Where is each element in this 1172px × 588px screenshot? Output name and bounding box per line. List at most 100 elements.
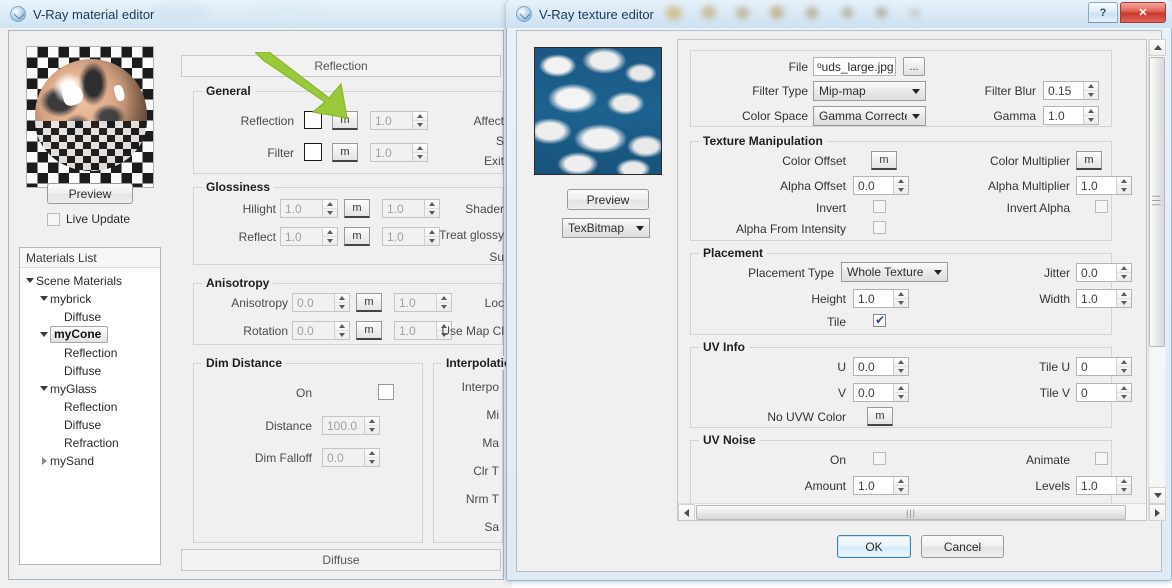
reflection-amount-spinner[interactable]: 1.0	[370, 111, 428, 130]
anisotropy-map-button[interactable]: m	[356, 293, 382, 312]
live-update-checkbox[interactable]	[47, 213, 60, 226]
tree-item-myglass[interactable]: myGlass	[38, 380, 97, 397]
vscroll-down-button[interactable]	[1149, 487, 1166, 504]
params-hscrollbar[interactable]: |||	[678, 503, 1146, 520]
filter-color-swatch[interactable]	[304, 143, 322, 161]
tree-twisty-closed-icon[interactable]	[38, 457, 50, 465]
tile-v-arrows[interactable]	[1116, 384, 1131, 401]
hscroll-left-button[interactable]	[678, 504, 695, 520]
u-spinner[interactable]: 0.0	[853, 357, 909, 376]
uv-noise-on-checkbox[interactable]	[873, 452, 886, 465]
reflection-map-button[interactable]: m	[332, 111, 358, 130]
v-arrows[interactable]	[893, 384, 908, 401]
tree-twisty-open-icon[interactable]	[24, 278, 36, 283]
texture-type-combo[interactable]: TexBitmap	[562, 218, 650, 238]
amount-arrows[interactable]	[893, 477, 908, 494]
tile-v-spinner[interactable]: 0	[1076, 383, 1132, 402]
tree-item-mysand[interactable]: mySand	[38, 452, 94, 469]
vscroll-corner-button[interactable]	[1149, 504, 1166, 521]
tree-item-reflection[interactable]: Reflection	[52, 398, 117, 415]
file-browse-button[interactable]: ...	[903, 57, 925, 76]
color-multiplier-map-button[interactable]: m	[1076, 151, 1102, 170]
tree-twisty-open-icon[interactable]	[38, 296, 50, 301]
alpha-offset-spinner[interactable]: 0.0	[853, 176, 909, 195]
tab-diffuse[interactable]: Diffuse	[181, 549, 501, 571]
dim-falloff-arrows[interactable]	[364, 449, 379, 466]
width-spinner[interactable]: 1.0	[1076, 289, 1132, 308]
file-input[interactable]: ᵒuds_large.jpg	[813, 57, 896, 76]
hilight-map-button[interactable]: m	[344, 199, 370, 218]
alpha-from-intensity-checkbox[interactable]	[873, 221, 886, 234]
no-uvw-color-map-button[interactable]: m	[867, 407, 893, 426]
close-button[interactable]: ✕	[1120, 2, 1166, 23]
anisotropy-arrows[interactable]	[334, 294, 349, 311]
tree-twisty-open-icon[interactable]	[38, 332, 50, 337]
tree-item-diffuse[interactable]: Diffuse	[52, 362, 101, 379]
distance-spinner[interactable]: 100.0	[322, 416, 380, 435]
params-vscrollbar[interactable]: |||	[1148, 39, 1166, 521]
filter-amount-spinner[interactable]: 1.0	[370, 143, 428, 162]
tile-checkbox[interactable]	[873, 313, 886, 327]
v-spinner[interactable]: 0.0	[853, 383, 909, 402]
tree-twisty-open-icon[interactable]	[38, 386, 50, 391]
color-offset-map-button[interactable]: m	[871, 151, 897, 170]
reflect-gloss-spinner[interactable]: 1.0	[280, 227, 338, 246]
jitter-spinner[interactable]: 0.0	[1076, 263, 1132, 282]
tree-item-diffuse[interactable]: Diffuse	[52, 308, 101, 325]
filter-type-combo[interactable]: Mip-map	[813, 81, 926, 101]
vscroll-thumb[interactable]: |||	[1149, 57, 1165, 347]
affect-label: Affect	[473, 114, 504, 128]
hilight-arrows[interactable]	[322, 200, 337, 217]
levels-arrows[interactable]	[1116, 477, 1131, 494]
placement-type-combo[interactable]: Whole Texture	[841, 262, 948, 282]
help-button[interactable]: ?	[1088, 2, 1118, 23]
rotation-arrows[interactable]	[334, 322, 349, 339]
invert-alpha-checkbox[interactable]	[1095, 200, 1108, 213]
dim-falloff-spinner[interactable]: 0.0	[322, 448, 380, 467]
levels-spinner[interactable]: 1.0	[1076, 476, 1132, 495]
alpha-offset-arrows[interactable]	[893, 177, 908, 194]
tile-u-spinner[interactable]: 0	[1076, 357, 1132, 376]
material-preview-button[interactable]: Preview	[47, 183, 133, 204]
vscroll-up-button[interactable]	[1149, 39, 1166, 56]
reflection-color-swatch[interactable]	[304, 111, 322, 129]
u-arrows[interactable]	[893, 358, 908, 375]
alpha-multiplier-spinner[interactable]: 1.0	[1076, 176, 1132, 195]
group-texture-manipulation: Texture Manipulation Color Offset m Colo…	[690, 134, 1132, 241]
amount-spinner[interactable]: 1.0	[853, 476, 909, 495]
tree-item-diffuse[interactable]: Diffuse	[52, 416, 101, 433]
tree-item-reflection[interactable]: Reflection	[52, 344, 117, 361]
tree-item-mybrick[interactable]: mybrick	[38, 290, 91, 307]
width-arrows[interactable]	[1116, 290, 1131, 307]
tree-item-label: Reflection	[64, 345, 118, 360]
animate-checkbox[interactable]	[1095, 452, 1108, 465]
gamma-spinner[interactable]: 1.0	[1043, 106, 1099, 125]
texture-preview-button[interactable]: Preview	[567, 189, 649, 210]
dim-on-checkbox[interactable]	[378, 384, 394, 400]
rotation-map-button[interactable]: m	[356, 321, 382, 340]
color-space-combo[interactable]: Gamma Correcte	[813, 106, 926, 126]
hscroll-thumb[interactable]: |||	[696, 505, 1126, 520]
filter-blur-spinner[interactable]: 0.15	[1043, 81, 1099, 100]
hilight-spinner[interactable]: 1.0	[280, 199, 338, 218]
distance-arrows[interactable]	[364, 417, 379, 434]
height-spinner[interactable]: 1.0	[853, 289, 909, 308]
tree-item-scene materials[interactable]: Scene Materials	[24, 272, 122, 289]
rotation-spinner[interactable]: 0.0	[292, 321, 350, 340]
ok-button[interactable]: OK	[837, 535, 911, 558]
reflect-gloss-arrows[interactable]	[322, 228, 337, 245]
filter-map-button[interactable]: m	[332, 143, 358, 162]
invert-checkbox[interactable]	[873, 200, 886, 213]
jitter-arrows[interactable]	[1116, 264, 1131, 281]
height-arrows[interactable]	[893, 290, 908, 307]
filter-blur-arrows[interactable]	[1083, 82, 1098, 99]
tree-item-refraction[interactable]: Refraction	[52, 434, 119, 451]
reflect-gloss-map-button[interactable]: m	[344, 227, 370, 246]
tile-u-arrows[interactable]	[1116, 358, 1131, 375]
gamma-arrows[interactable]	[1083, 107, 1098, 124]
cancel-button[interactable]: Cancel	[921, 535, 1004, 558]
alpha-multiplier-arrows[interactable]	[1116, 177, 1131, 194]
tree-item-mycone[interactable]: myCone	[38, 326, 109, 343]
anisotropy-spinner[interactable]: 0.0	[292, 293, 350, 312]
tab-reflection[interactable]: Reflection	[181, 55, 501, 77]
